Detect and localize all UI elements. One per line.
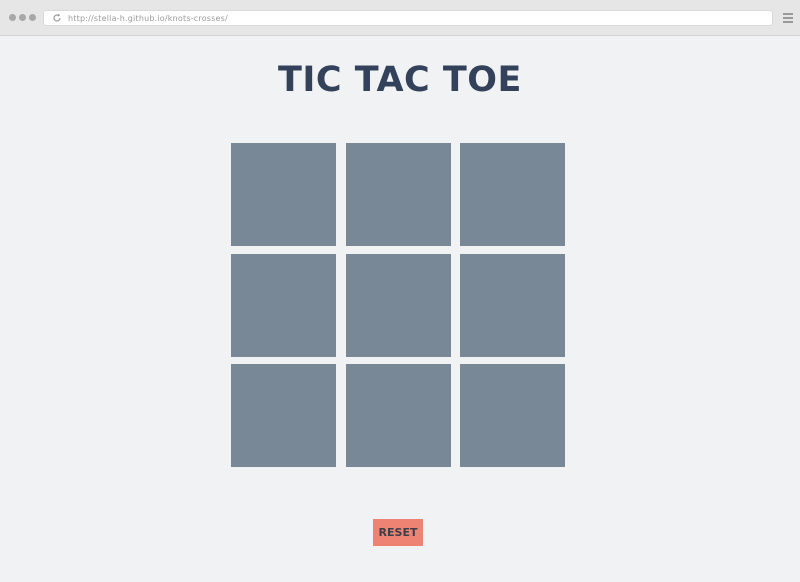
board-cell-6[interactable]: [460, 253, 565, 357]
reload-icon[interactable]: [52, 13, 62, 23]
browser-toolbar: http://stella-h.github.io/knots-crosses/: [0, 0, 800, 36]
board-cell-5[interactable]: [345, 253, 451, 357]
board-cell-9[interactable]: [460, 364, 565, 467]
board-cell-4[interactable]: [231, 253, 336, 357]
board-cell-3[interactable]: [460, 143, 565, 246]
url-text[interactable]: http://stella-h.github.io/knots-crosses/: [68, 14, 228, 23]
window-controls: [9, 14, 36, 21]
address-bar[interactable]: http://stella-h.github.io/knots-crosses/: [43, 10, 773, 26]
game-page: TIC TAC TOE RESET: [0, 36, 800, 582]
reset-button[interactable]: RESET: [373, 519, 423, 546]
hamburger-menu-icon[interactable]: [783, 13, 793, 23]
window-dot-minimize[interactable]: [19, 14, 26, 21]
game-board: [231, 143, 565, 467]
board-cell-1[interactable]: [231, 143, 336, 246]
board-cell-2[interactable]: [345, 143, 451, 246]
board-cell-8[interactable]: [345, 364, 451, 467]
board-cell-7[interactable]: [231, 364, 336, 467]
page-title: TIC TAC TOE: [278, 60, 522, 100]
window-dot-maximize[interactable]: [29, 14, 36, 21]
window-dot-close[interactable]: [9, 14, 16, 21]
